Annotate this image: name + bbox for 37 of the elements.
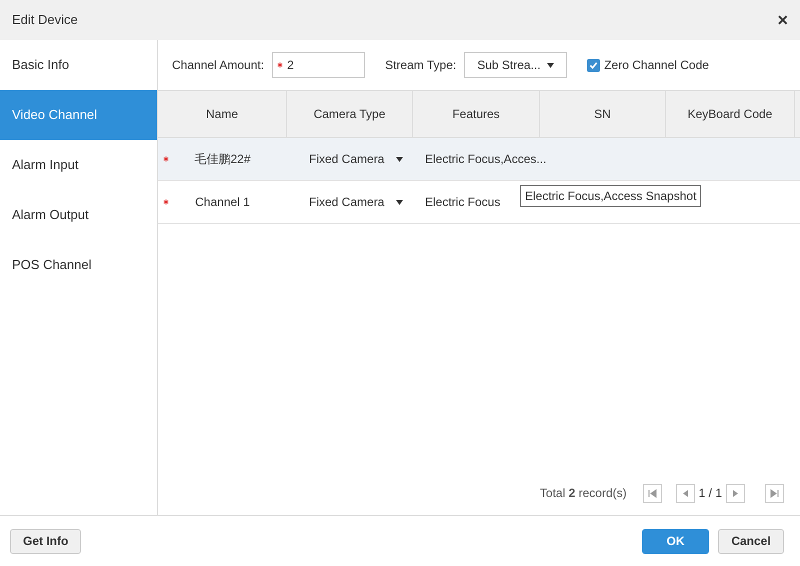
column-header: KeyBoard Code (666, 91, 795, 137)
channel-amount-label: Channel Amount: (172, 57, 264, 74)
window-title: Edit Device (12, 11, 78, 30)
caret-icon (547, 62, 554, 68)
page-indicator: 1 / 1 (698, 485, 722, 502)
channel-amount-input[interactable]: 2 (287, 56, 358, 74)
left-triangle-icon (682, 488, 689, 498)
last-page-button[interactable] (765, 484, 784, 502)
zero-channel-checkbox[interactable] (587, 58, 600, 72)
column-header: Features (413, 91, 540, 137)
column-header: Name (158, 91, 287, 137)
table-cell-text: Electric Focus (425, 194, 500, 211)
tooltip: Electric Focus,Access Snapshot (520, 185, 702, 207)
cancel-button[interactable]: Cancel (718, 528, 784, 554)
stream-type-select[interactable]: Sub Strea... (464, 52, 568, 78)
column-header: Camera Type (287, 91, 413, 137)
right-triangle-icon (732, 488, 739, 498)
table-cell-text: Fixed Camera (309, 151, 384, 168)
next-page-button[interactable] (726, 484, 745, 502)
last-page-icon (770, 488, 779, 498)
caret-icon (396, 200, 403, 204)
first-page-button[interactable] (642, 484, 662, 502)
stream-type-label: Stream Type: (385, 57, 456, 74)
record-total: Total 2 record(s) (540, 485, 627, 502)
channel-amount-field[interactable]: 2 (272, 52, 366, 78)
get-info-button[interactable]: Get Info (10, 528, 82, 554)
caret-icon (396, 156, 403, 162)
previous-page-button[interactable] (676, 484, 695, 502)
column-header: SN (540, 91, 666, 137)
close-button[interactable]: × (777, 11, 788, 29)
table-cell-text: Fixed Camera (309, 194, 384, 211)
table-cell-text: Channel 1 (195, 194, 250, 211)
first-page-icon (648, 488, 657, 498)
table-row[interactable]: 毛佳鹏22# Fixed Camera Electric Focus,Acces... (158, 138, 800, 181)
table-cell-text: Electric Focus,Acces... (425, 151, 546, 168)
zero-channel-label: Zero Channel Code (604, 57, 709, 74)
table-cell-text: 毛佳鹏22# (194, 151, 251, 168)
